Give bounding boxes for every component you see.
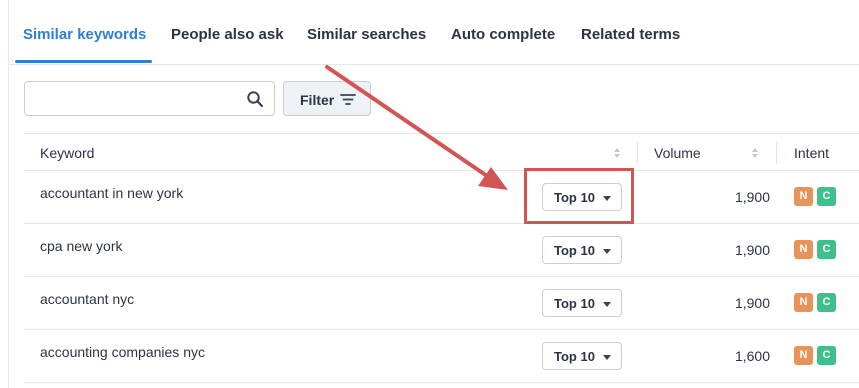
volume-value: 1,600 <box>734 348 770 364</box>
keyword-text[interactable]: accounting companies nyc <box>40 344 205 360</box>
sort-icon[interactable] <box>613 147 621 159</box>
position-label: Top 10 <box>554 349 595 364</box>
search-box[interactable] <box>24 81 275 116</box>
position-label: Top 10 <box>554 243 595 258</box>
filter-button[interactable]: Filter <box>283 81 371 116</box>
intent-badge-navigational[interactable]: N <box>794 187 813 206</box>
position-dropdown[interactable]: Top 10 <box>542 342 622 370</box>
volume-value: 1,900 <box>734 189 770 205</box>
tab-similar-searches[interactable]: Similar searches <box>307 26 426 43</box>
active-tab-indicator <box>15 60 152 63</box>
column-divider <box>637 142 638 164</box>
intent-badge-commercial[interactable]: C <box>817 346 836 365</box>
header-volume[interactable]: Volume <box>654 145 701 161</box>
caret-down-icon <box>603 302 611 307</box>
tab-related-terms[interactable]: Related terms <box>581 26 680 43</box>
table-row: accountant in new york Top 10 1,900 N C <box>24 171 859 224</box>
tab-auto-complete[interactable]: Auto complete <box>451 26 555 43</box>
table-header: Keyword Volume Intent <box>24 133 859 171</box>
intent-badge-navigational[interactable]: N <box>794 346 813 365</box>
volume-value: 1,900 <box>734 242 770 258</box>
intent-badge-navigational[interactable]: N <box>794 293 813 312</box>
filter-label: Filter <box>300 92 335 108</box>
header-intent[interactable]: Intent <box>794 145 829 161</box>
intent-badge-commercial[interactable]: C <box>817 293 836 312</box>
table-row: accountant nyc Top 10 1,900 N C <box>24 277 859 330</box>
search-input[interactable] <box>33 88 233 110</box>
keyword-text[interactable]: cpa new york <box>40 238 122 254</box>
annotation-highlight-box <box>524 168 634 224</box>
table-row: cpa new york Top 10 1,900 N C <box>24 224 859 277</box>
intent-badge-navigational[interactable]: N <box>794 240 813 259</box>
search-icon[interactable] <box>246 90 264 108</box>
filter-lines-icon <box>340 94 356 105</box>
intent-badge-commercial[interactable]: C <box>817 187 836 206</box>
table-row: accounting companies nyc Top 10 1,600 N … <box>24 330 859 383</box>
caret-down-icon <box>603 249 611 254</box>
position-dropdown[interactable]: Top 10 <box>542 289 622 317</box>
volume-value: 1,900 <box>734 295 770 311</box>
keyword-text[interactable]: accountant nyc <box>40 291 134 307</box>
intent-badge-commercial[interactable]: C <box>817 240 836 259</box>
tab-similar-keywords[interactable]: Similar keywords <box>23 26 146 43</box>
sort-icon[interactable] <box>751 147 759 159</box>
tab-bar: Similar keywords People also ask Similar… <box>9 0 859 65</box>
caret-down-icon <box>603 355 611 360</box>
column-divider <box>776 142 777 164</box>
keywords-panel: Similar keywords People also ask Similar… <box>8 0 859 388</box>
tab-people-also-ask[interactable]: People also ask <box>171 26 284 43</box>
position-label: Top 10 <box>554 296 595 311</box>
position-dropdown[interactable]: Top 10 <box>542 236 622 264</box>
header-keyword[interactable]: Keyword <box>40 145 94 161</box>
keyword-text[interactable]: accountant in new york <box>40 185 183 201</box>
